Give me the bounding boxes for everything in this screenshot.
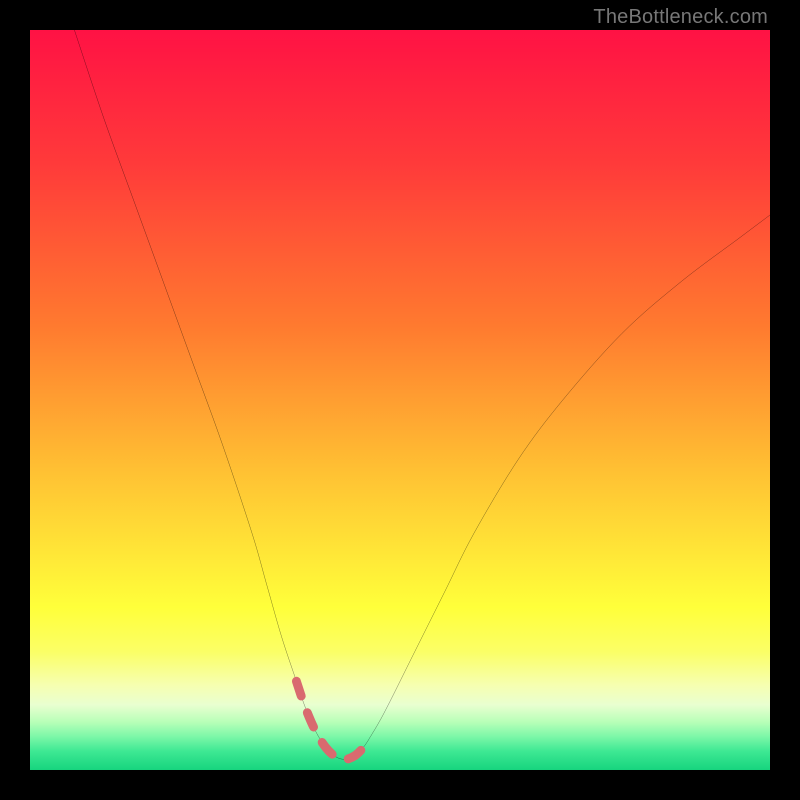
- attribution-text: TheBottleneck.com: [593, 6, 768, 29]
- chart-svg: [30, 30, 770, 770]
- plot-area: [30, 30, 770, 770]
- gradient-background: [30, 30, 770, 770]
- outer-frame: TheBottleneck.com: [0, 0, 800, 800]
